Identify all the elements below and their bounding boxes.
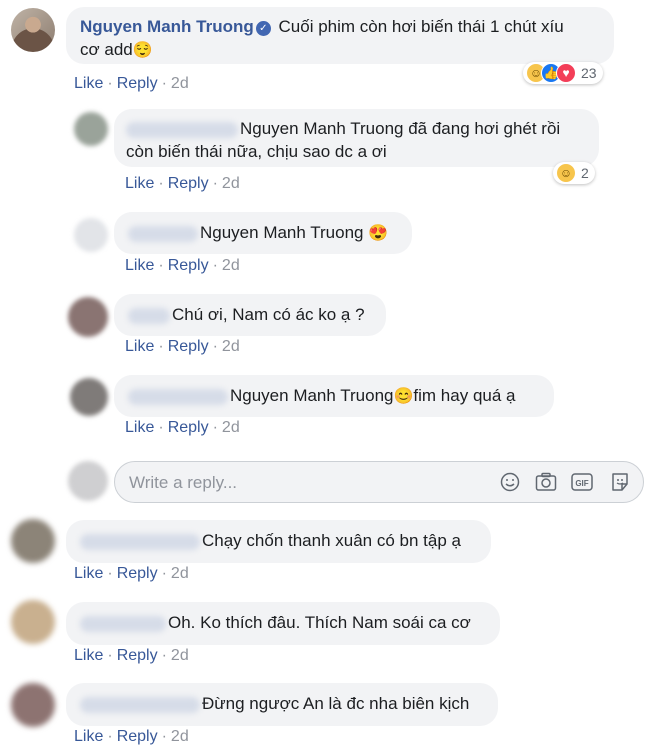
- timestamp[interactable]: 2d: [222, 338, 240, 355]
- haha-reaction-icon: ☺: [556, 163, 576, 183]
- like-link[interactable]: Like: [125, 257, 154, 274]
- reply-avatar[interactable]: [74, 218, 108, 252]
- blurred-author-name: [128, 307, 170, 324]
- blurred-author-name: [80, 615, 166, 632]
- smiling-emoji: 😊: [393, 388, 414, 405]
- reaction-summary[interactable]: ☺ 👍 ♥ 23: [523, 62, 603, 84]
- mention-tag[interactable]: Nguyen Manh Truong: [230, 386, 394, 405]
- reply-input-box[interactable]: GIF: [114, 461, 644, 504]
- reply-avatar[interactable]: [74, 112, 108, 146]
- reply-input[interactable]: [127, 462, 481, 504]
- like-link[interactable]: Like: [74, 728, 103, 745]
- comment-bubble: Chạy chốn thanh xuân có bn tập ạ: [66, 520, 491, 563]
- blurred-author-name: [126, 121, 238, 138]
- timestamp[interactable]: 2d: [222, 419, 240, 436]
- reaction-count: 23: [581, 65, 597, 81]
- like-link[interactable]: Like: [74, 75, 103, 92]
- like-link[interactable]: Like: [74, 647, 103, 664]
- blurred-author-name: [128, 388, 228, 405]
- reply-actions: Like · Reply · 2d: [125, 338, 240, 355]
- blurred-author-name: [80, 696, 200, 713]
- reaction-count: 2: [581, 165, 589, 181]
- comment-text: Chạy chốn thanh xuân có bn tập ạ: [202, 531, 461, 550]
- relieved-emoji: 😌: [132, 42, 153, 59]
- reply-bubble: Nguyen Manh Truong 😍: [114, 212, 412, 254]
- like-link[interactable]: Like: [125, 419, 154, 436]
- reply-avatar[interactable]: [70, 378, 108, 416]
- timestamp[interactable]: 2d: [222, 175, 240, 192]
- mention-tag[interactable]: Nguyen Manh Truong: [200, 223, 364, 242]
- comment-actions: Like · Reply · 2d: [74, 728, 189, 745]
- comment-text: Cuối phim còn hơi biến thái 1 chút xíu: [278, 17, 564, 36]
- reply-actions: Like · Reply · 2d: [125, 175, 240, 192]
- reply-link[interactable]: Reply: [117, 75, 158, 92]
- comment-bubble: Oh. Ko thích đâu. Thích Nam soái ca cơ: [66, 602, 500, 645]
- reply-link[interactable]: Reply: [168, 419, 209, 436]
- reply-text-line2: còn biến thái nữa, chịu sao dc a ơi: [126, 142, 387, 161]
- reply-actions: Like · Reply · 2d: [125, 257, 240, 274]
- svg-text:GIF: GIF: [575, 479, 588, 488]
- reply-actions: Like · Reply · 2d: [125, 419, 240, 436]
- sticker-icon[interactable]: [609, 471, 631, 493]
- like-link[interactable]: Like: [125, 175, 154, 192]
- reply-bubble: Chú ơi, Nam có ác ko ạ ?: [114, 294, 386, 336]
- comment-text-line2: cơ add: [80, 40, 133, 59]
- smiley-icon[interactable]: [499, 471, 521, 493]
- current-user-avatar: [68, 461, 108, 501]
- comment-actions: Like · Reply · 2d: [74, 565, 189, 582]
- mention-tag[interactable]: Nguyen Manh Truong: [240, 119, 404, 138]
- commenter-avatar[interactable]: [11, 8, 55, 52]
- timestamp[interactable]: 2d: [171, 647, 189, 664]
- like-link[interactable]: Like: [125, 338, 154, 355]
- main-comment-bubble: Nguyen Manh Truong ✓ Cuối phim còn hơi bi…: [66, 7, 614, 64]
- reply-text: Chú ơi, Nam có ác ko ạ ?: [172, 305, 365, 324]
- love-reaction-icon: ♥: [556, 63, 576, 83]
- comment-actions: Like · Reply · 2d: [74, 75, 189, 92]
- blurred-author-name: [128, 225, 198, 242]
- gif-icon[interactable]: GIF: [571, 471, 593, 493]
- commenter-avatar[interactable]: [11, 683, 55, 727]
- camera-icon[interactable]: [535, 471, 557, 493]
- heart-eyes-emoji: 😍: [368, 225, 389, 242]
- reply-link[interactable]: Reply: [168, 175, 209, 192]
- reply-bubble: Nguyen Manh Truong😊fim hay quá ạ: [114, 375, 554, 417]
- reply-text: fim hay quá ạ: [413, 386, 516, 405]
- reply-avatar[interactable]: [68, 297, 108, 337]
- reply-link[interactable]: Reply: [168, 338, 209, 355]
- like-link[interactable]: Like: [74, 565, 103, 582]
- comment-text: Đừng ngược An là đc nha biên kịch: [202, 694, 470, 713]
- commenter-avatar[interactable]: [11, 519, 55, 563]
- reply-link[interactable]: Reply: [117, 647, 158, 664]
- comment-text: Oh. Ko thích đâu. Thích Nam soái ca cơ: [168, 613, 471, 632]
- comment-actions: Like · Reply · 2d: [74, 647, 189, 664]
- reply-bubble: Nguyen Manh Truong đã đang hơi ghét rồi …: [114, 109, 599, 167]
- blurred-author-name: [80, 533, 200, 550]
- verified-icon: ✓: [255, 21, 271, 36]
- timestamp[interactable]: 2d: [171, 75, 189, 92]
- comment-bubble: Đừng ngược An là đc nha biên kịch: [66, 683, 498, 726]
- commenter-avatar[interactable]: [11, 600, 55, 644]
- reply-link[interactable]: Reply: [117, 565, 158, 582]
- timestamp[interactable]: 2d: [171, 728, 189, 745]
- timestamp[interactable]: 2d: [171, 565, 189, 582]
- reply-link[interactable]: Reply: [117, 728, 158, 745]
- reply-text: đã đang hơi ghét rồi: [403, 119, 561, 138]
- reply-reaction-summary[interactable]: ☺ 2: [553, 162, 595, 184]
- reply-link[interactable]: Reply: [168, 257, 209, 274]
- comment-author-name[interactable]: Nguyen Manh Truong: [80, 17, 254, 36]
- timestamp[interactable]: 2d: [222, 257, 240, 274]
